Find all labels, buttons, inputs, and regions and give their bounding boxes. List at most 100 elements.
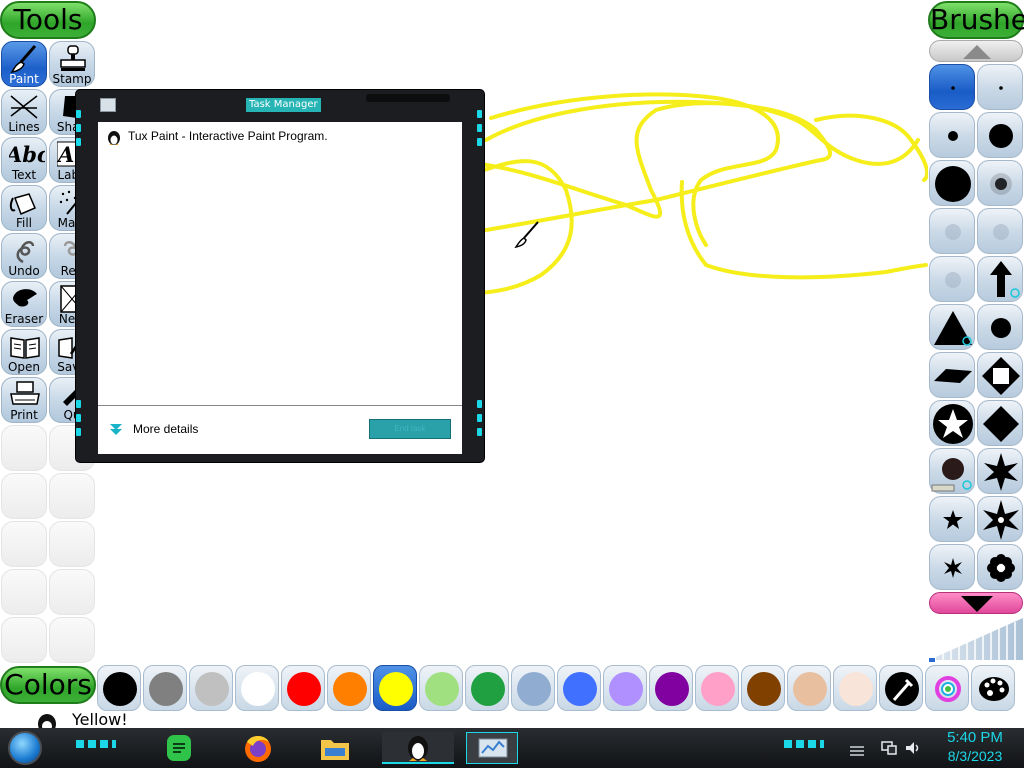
tool-paint-button[interactable]: Paint [1, 41, 47, 87]
brush-cursor-icon [514, 221, 539, 249]
tool-label: Print [10, 408, 38, 422]
brush-flower-large-icon [983, 500, 1019, 540]
brush-star-six-icon [984, 453, 1018, 491]
taskbar-app-file-explorer[interactable] [318, 732, 352, 764]
brush-button[interactable] [977, 208, 1023, 254]
color-swatch[interactable] [557, 665, 601, 711]
brush-button[interactable] [977, 304, 1023, 350]
tool-print-button[interactable]: Print [1, 377, 47, 423]
brush-button[interactable] [977, 64, 1023, 110]
taskbar-decoration [784, 740, 824, 748]
taskbar-app-tuxpaint[interactable] [382, 732, 454, 764]
brush-button[interactable] [929, 208, 975, 254]
tool-label: Paint [9, 72, 39, 86]
more-details-label: More details [133, 422, 199, 436]
brush-button[interactable] [929, 544, 975, 590]
brushes-scroll-up-button[interactable] [929, 40, 1023, 62]
color-dot [195, 672, 229, 706]
color-picker-button[interactable] [879, 665, 923, 711]
notification-icon[interactable] [848, 742, 866, 756]
network-icon[interactable] [880, 740, 898, 756]
process-list-item[interactable]: Tux Paint - Interactive Paint Program. [106, 128, 446, 146]
brush-parallelogram-icon [934, 369, 972, 383]
brush-button[interactable] [977, 160, 1023, 206]
folder-icon [321, 740, 349, 760]
status-message: Yellow! [72, 710, 128, 729]
tool-undo-button[interactable]: Undo [1, 233, 47, 279]
tool-label: Open [7, 360, 41, 374]
palette-button[interactable] [971, 665, 1015, 711]
tool-lines-button[interactable]: Lines [1, 89, 47, 135]
tool-stamp-button[interactable]: Stamp [49, 41, 95, 87]
brush-button[interactable] [977, 496, 1023, 542]
empty-slot [1, 617, 47, 663]
color-swatch[interactable] [143, 665, 187, 711]
brush-flower-stamp-icon [931, 458, 972, 492]
taskbar: 5:40 PM 8/3/2023 [0, 728, 1024, 768]
brush-button[interactable] [977, 112, 1023, 158]
color-swatch[interactable] [419, 665, 463, 711]
color-dot [839, 672, 873, 706]
end-task-button[interactable]: End task [369, 419, 451, 439]
tool-eraser-button[interactable]: Eraser [1, 281, 47, 327]
brush-button[interactable] [929, 112, 975, 158]
firefox-icon [245, 736, 271, 762]
taskbar-app-notes[interactable] [162, 732, 196, 764]
brush-size-slider[interactable] [929, 616, 1023, 662]
brushes-header: Brushes [928, 1, 1024, 39]
brush-button[interactable] [977, 448, 1023, 494]
brush-button[interactable] [929, 448, 975, 494]
brush-button[interactable] [929, 64, 975, 110]
eyedropper-icon [892, 678, 914, 701]
color-swatch[interactable] [787, 665, 831, 711]
brush-button[interactable] [977, 400, 1023, 446]
color-dot [103, 672, 137, 706]
brush-button[interactable] [977, 352, 1023, 398]
brushes-scroll-down-button[interactable] [929, 592, 1023, 614]
window-controls[interactable] [366, 94, 450, 102]
brush-button[interactable] [929, 160, 975, 206]
brush-button[interactable] [929, 256, 975, 302]
brush-button[interactable] [977, 256, 1023, 302]
brush-button[interactable] [977, 544, 1023, 590]
color-swatch[interactable] [741, 665, 785, 711]
yellow-stroke [478, 92, 928, 295]
color-swatch[interactable] [833, 665, 877, 711]
task-manager-content: Tux Paint - Interactive Paint Program. M… [98, 122, 462, 454]
color-swatch[interactable] [695, 665, 739, 711]
task-manager-icon [478, 738, 508, 758]
color-swatch[interactable] [603, 665, 647, 711]
clock-time: 5:40 PM [947, 729, 1003, 746]
start-button[interactable] [8, 731, 42, 765]
brush-button[interactable] [929, 304, 975, 350]
task-manager-window: Task Manager Tux Paint - Interactive Pai… [76, 90, 484, 462]
color-swatch[interactable] [511, 665, 555, 711]
brush-button[interactable] [929, 352, 975, 398]
tool-open-button[interactable]: Open [1, 329, 47, 375]
color-swatch[interactable] [327, 665, 371, 711]
color-wheel-button[interactable] [925, 665, 969, 711]
brush-triangle-icon [934, 311, 972, 346]
tux-penguin-icon [108, 131, 120, 145]
color-swatch[interactable] [235, 665, 279, 711]
color-dot [471, 672, 505, 706]
brush-button[interactable] [929, 400, 975, 446]
tool-fill-button[interactable]: Fill [1, 185, 47, 231]
color-swatch[interactable] [97, 665, 141, 711]
taskbar-app-firefox[interactable] [241, 732, 275, 764]
tool-label: Lines [8, 120, 40, 134]
brush-button[interactable] [929, 496, 975, 542]
color-swatch[interactable] [465, 665, 509, 711]
more-details-toggle[interactable]: More details [108, 420, 228, 440]
size-ramp-icon [929, 618, 1023, 662]
color-swatch[interactable] [281, 665, 325, 711]
tool-text-button[interactable]: AbcText [1, 137, 47, 183]
volume-icon[interactable] [904, 740, 922, 756]
color-swatch[interactable] [373, 665, 417, 711]
brush-dot-large-icon [989, 124, 1013, 148]
color-swatch[interactable] [189, 665, 233, 711]
color-swatch[interactable] [649, 665, 693, 711]
taskbar-app-task-manager[interactable] [466, 732, 518, 764]
clock[interactable]: 5:40 PM 8/3/2023 [930, 728, 1020, 768]
color-dot [287, 672, 321, 706]
